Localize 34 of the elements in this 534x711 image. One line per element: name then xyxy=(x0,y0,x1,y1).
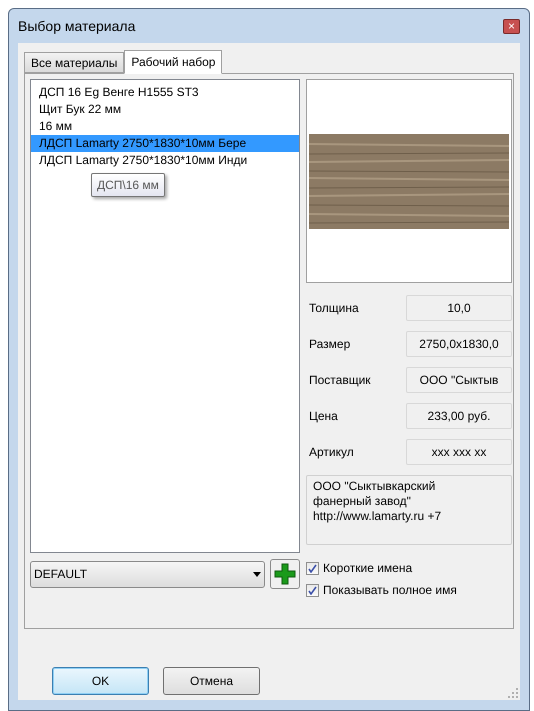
property-label: Поставщик xyxy=(308,372,371,389)
plus-icon xyxy=(274,563,296,585)
material-item[interactable]: ЛДСП Lamarty 2750*1830*10мм Инди xyxy=(31,152,299,169)
property-value: 10,0 xyxy=(406,295,512,321)
property-label: Размер xyxy=(308,336,350,353)
material-item[interactable]: 16 мм xyxy=(31,118,299,135)
material-item[interactable]: ДСП 16 Eg Венге H1555 ST3 xyxy=(31,84,299,101)
property-value: 233,00 руб. xyxy=(406,403,512,429)
window-title: Выбор материала xyxy=(18,16,136,36)
tooltip: ДСП\16 мм xyxy=(91,173,165,197)
checkbox[interactable] xyxy=(306,584,319,596)
add-button[interactable] xyxy=(270,559,300,589)
tab[interactable]: Рабочий набор xyxy=(124,50,222,74)
material-item[interactable]: Щит Бук 22 мм xyxy=(31,101,299,118)
check-icon xyxy=(308,586,317,594)
checkbox[interactable] xyxy=(306,562,319,574)
dialog-button[interactable]: OK xyxy=(52,667,149,695)
property-label: Артикул xyxy=(308,444,354,461)
property-label: Толщина xyxy=(308,300,359,317)
option-checkbox[interactable]: Показывать полное имя xyxy=(306,581,512,599)
supplier-info: ООО "Сыктывкарский фанерный завод" http://www.lamarty.ru +7 xyxy=(306,475,512,545)
property-value: 2750,0x1830,0 xyxy=(406,331,512,357)
tab[interactable]: Все материалы xyxy=(24,52,124,73)
property-label: Цена xyxy=(308,408,338,425)
check-icon xyxy=(308,564,317,572)
close-button[interactable]: × xyxy=(503,18,520,34)
dropdown-caret-icon xyxy=(253,572,261,576)
property-value: xxx xxx xx xyxy=(406,439,512,465)
option-checkbox[interactable]: Короткие имена xyxy=(306,559,512,577)
material-item[interactable]: ЛДСП Lamarty 2750*1830*10мм Бере xyxy=(31,135,299,152)
property-value: ООО "Сыктыв xyxy=(406,367,512,393)
resize-grip-icon xyxy=(508,688,518,698)
set-dropdown[interactable]: DEFAULT xyxy=(30,560,265,588)
dialog-button[interactable]: Отмена xyxy=(163,667,260,695)
